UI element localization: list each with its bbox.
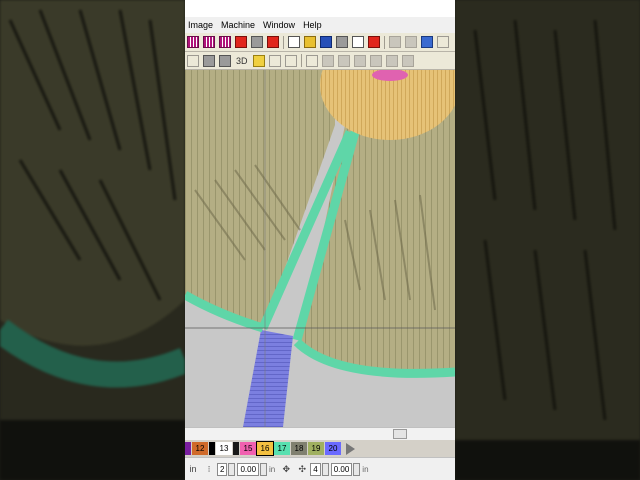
blurred-background-right bbox=[455, 0, 640, 480]
color-swatch[interactable]: 20 bbox=[325, 442, 341, 455]
title-strip bbox=[185, 0, 455, 17]
paste-icon[interactable] bbox=[421, 36, 433, 48]
menu-window[interactable]: Window bbox=[260, 20, 300, 30]
design-canvas[interactable] bbox=[185, 70, 455, 427]
select-icon[interactable] bbox=[251, 36, 263, 48]
toolbar-divider bbox=[283, 35, 284, 49]
color-swatch[interactable]: 15 bbox=[240, 442, 256, 455]
cut-icon[interactable] bbox=[389, 36, 401, 48]
menu-machine[interactable]: Machine bbox=[218, 20, 260, 30]
density-icon[interactable]: ⁝ bbox=[203, 463, 215, 475]
list-icon[interactable] bbox=[219, 54, 231, 67]
width-spinner[interactable] bbox=[260, 462, 268, 476]
grid-icon[interactable] bbox=[203, 54, 215, 67]
lettering-icon[interactable] bbox=[305, 54, 318, 67]
view-3d-button[interactable]: 3D bbox=[236, 56, 248, 66]
color-palette: 12 13 15 16 17 18 19 20 bbox=[185, 440, 455, 457]
color-swatch[interactable]: 19 bbox=[308, 442, 324, 455]
embroidery-app-window: Image Machine Window Help 3D 12 13 15 16… bbox=[185, 0, 455, 480]
color-swatch[interactable]: 13 bbox=[216, 442, 232, 455]
color-swatch[interactable]: 17 bbox=[274, 442, 290, 455]
palette-next-arrow[interactable] bbox=[346, 442, 355, 455]
open-folder-icon[interactable] bbox=[304, 36, 316, 48]
blurred-background-left bbox=[0, 0, 185, 480]
stitch-pattern-icon[interactable] bbox=[203, 36, 215, 48]
motif-icon[interactable] bbox=[337, 54, 350, 67]
fill-icon[interactable] bbox=[252, 54, 265, 67]
monogram-icon[interactable] bbox=[321, 54, 334, 67]
trim-icon[interactable] bbox=[369, 54, 382, 67]
undo-icon[interactable] bbox=[437, 36, 449, 48]
offset-unit: in bbox=[362, 464, 369, 474]
angle-field[interactable]: 4 bbox=[310, 462, 321, 476]
scrollbar-thumb[interactable] bbox=[393, 429, 407, 439]
export-icon[interactable] bbox=[368, 36, 380, 48]
save-icon[interactable] bbox=[320, 36, 332, 48]
applique-icon[interactable] bbox=[353, 54, 366, 67]
menu-image[interactable]: Image bbox=[185, 20, 218, 30]
color-swatch[interactable]: 12 bbox=[192, 442, 208, 455]
color-swatch[interactable]: 16 bbox=[256, 441, 274, 456]
outline-icon[interactable] bbox=[268, 54, 281, 67]
stitch-pattern-icon[interactable] bbox=[187, 36, 199, 48]
unit-icon: in bbox=[189, 464, 197, 474]
copy-icon[interactable] bbox=[405, 36, 417, 48]
menu-help[interactable]: Help bbox=[300, 20, 327, 30]
color-swatch[interactable] bbox=[185, 442, 191, 455]
new-file-icon[interactable] bbox=[288, 36, 300, 48]
menu-bar: Image Machine Window Help bbox=[185, 17, 455, 33]
offset-spinner[interactable] bbox=[353, 462, 361, 476]
toolbar-divider bbox=[384, 35, 385, 49]
offset-field[interactable]: 0.00 bbox=[330, 462, 353, 476]
color-swatch[interactable] bbox=[209, 442, 215, 455]
main-toolbar bbox=[185, 33, 455, 52]
design-icon[interactable] bbox=[187, 54, 199, 67]
color-swatch[interactable]: 18 bbox=[291, 442, 307, 455]
angle-spinner[interactable] bbox=[321, 462, 329, 476]
tools-toolbar: 3D bbox=[185, 52, 455, 70]
density-field[interactable]: 2 bbox=[217, 462, 228, 476]
print-icon[interactable] bbox=[336, 36, 348, 48]
width-field[interactable]: 0.00 bbox=[237, 462, 260, 476]
tie-icon[interactable] bbox=[385, 54, 398, 67]
align-icon[interactable] bbox=[401, 54, 414, 67]
density-spinner[interactable] bbox=[228, 462, 236, 476]
status-bar: in ⁝ 2 0.00 in ✥ ✣ 4 0.00 in bbox=[185, 457, 455, 480]
border-icon[interactable] bbox=[284, 54, 297, 67]
width-unit: in bbox=[269, 464, 276, 474]
toolbar-divider bbox=[300, 54, 302, 67]
stitch-pattern-icon[interactable] bbox=[219, 36, 231, 48]
rotate-icon[interactable]: ✣ bbox=[296, 463, 308, 475]
print-preview-icon[interactable] bbox=[352, 36, 364, 48]
move-icon[interactable]: ✥ bbox=[280, 463, 292, 475]
stitch-color-icon[interactable] bbox=[235, 36, 247, 48]
color-swatch[interactable] bbox=[233, 442, 239, 455]
horizontal-scrollbar[interactable] bbox=[185, 427, 455, 440]
wizard-icon[interactable] bbox=[267, 36, 279, 48]
